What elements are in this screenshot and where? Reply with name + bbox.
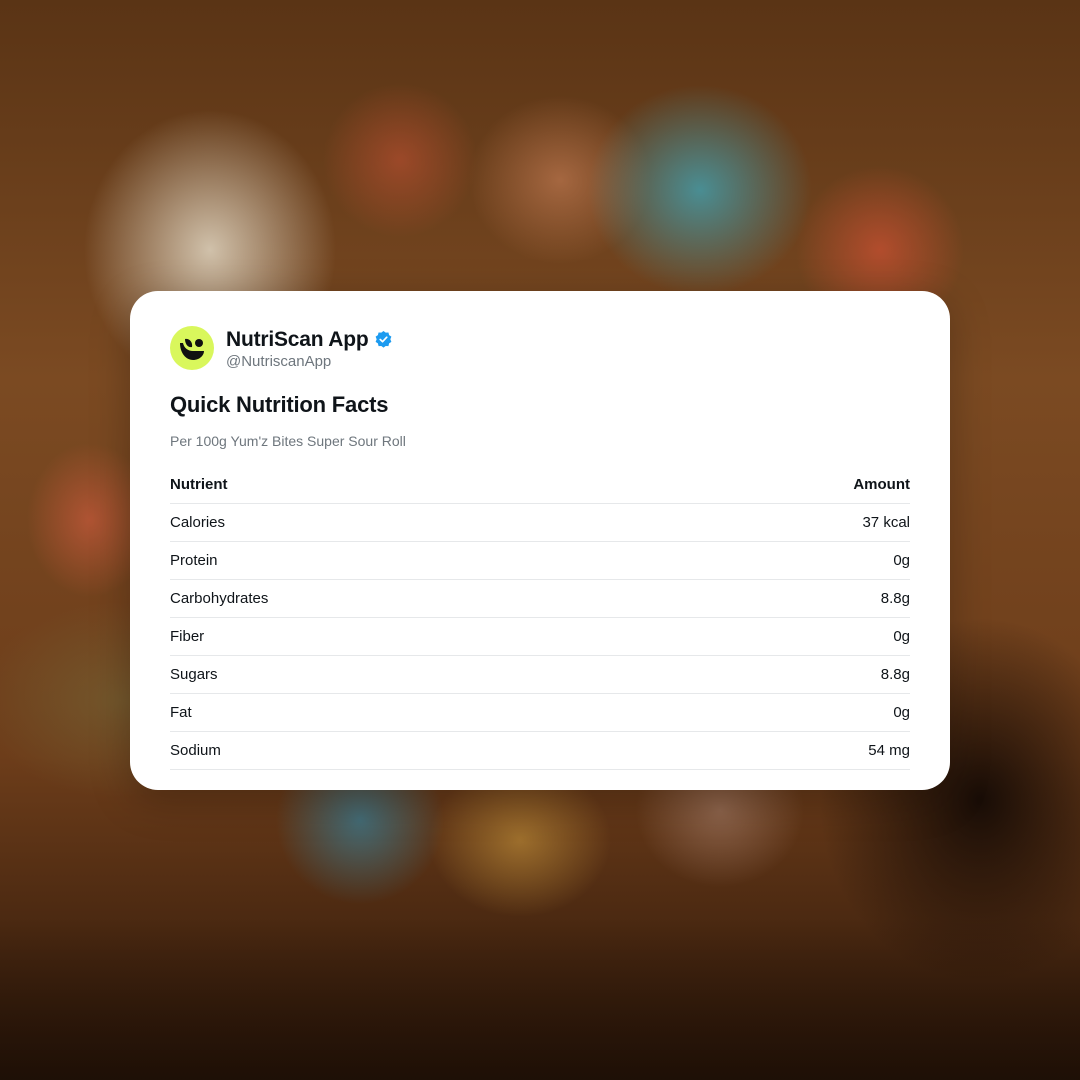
- nutrition-table: Nutrient Amount Calories 37 kcal Protein…: [170, 466, 910, 770]
- column-header-nutrient: Nutrient: [170, 476, 228, 493]
- account-identity: NutriScan App @NutriscanApp: [226, 327, 393, 370]
- post-title: Quick Nutrition Facts: [170, 392, 389, 417]
- nutrient-amount: 37 kcal: [862, 514, 910, 531]
- nutrient-amount: 0g: [893, 628, 910, 645]
- verified-badge-icon: [374, 330, 393, 349]
- table-row: Carbohydrates 8.8g: [170, 580, 910, 618]
- table-row: Fat 0g: [170, 694, 910, 732]
- table-header-row: Nutrient Amount: [170, 466, 910, 504]
- account-name[interactable]: NutriScan App: [226, 328, 369, 352]
- post-header: NutriScan App @NutriscanApp: [170, 326, 910, 370]
- nutrient-name: Sodium: [170, 742, 221, 759]
- nutrient-name: Calories: [170, 514, 226, 531]
- nutrient-name: Protein: [170, 552, 218, 569]
- nutrient-name: Fiber: [170, 628, 205, 645]
- post-card: NutriScan App @NutriscanApp Quick Nutrit…: [130, 291, 950, 790]
- post-subtitle: Per 100g Yum'z Bites Super Sour Roll: [170, 433, 406, 449]
- table-row: Sodium 54 mg: [170, 732, 910, 770]
- table-row: Fiber 0g: [170, 618, 910, 656]
- nutrient-amount: 8.8g: [880, 590, 910, 607]
- table-row: Calories 37 kcal: [170, 504, 910, 542]
- table-row: Protein 0g: [170, 542, 910, 580]
- avatar[interactable]: [170, 326, 214, 370]
- nutrient-name: Fat: [170, 704, 192, 721]
- column-header-amount: Amount: [853, 476, 910, 493]
- nutrient-amount: 8.8g: [880, 666, 910, 683]
- table-row: Sugars 8.8g: [170, 656, 910, 694]
- nutrient-amount: 0g: [893, 704, 910, 721]
- nutrient-amount: 0g: [893, 552, 910, 569]
- leaf-logo-icon: [180, 338, 204, 360]
- nutrient-name: Carbohydrates: [170, 590, 269, 607]
- nutrient-amount: 54 mg: [868, 742, 910, 759]
- account-handle[interactable]: @NutriscanApp: [226, 353, 393, 370]
- nutrient-name: Sugars: [170, 666, 218, 683]
